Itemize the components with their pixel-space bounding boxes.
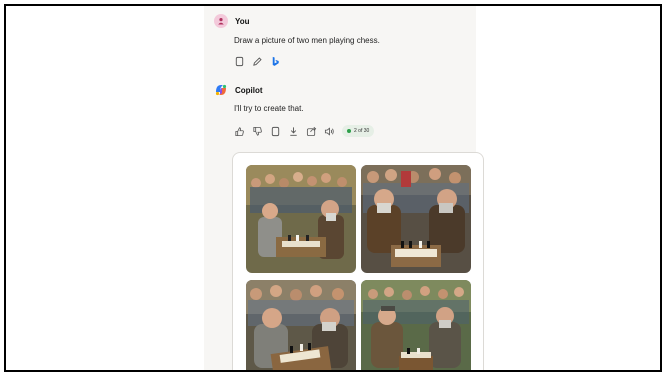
chat-panel: You Draw a picture of two men playing ch… (204, 6, 484, 370)
share-icon[interactable] (306, 126, 317, 137)
speaker-icon[interactable] (324, 126, 335, 137)
generated-image-2[interactable] (361, 165, 471, 273)
user-message-actions (234, 56, 281, 67)
chess-scene-image (246, 165, 356, 273)
generated-image-3[interactable] (246, 280, 356, 370)
thumbs-up-icon[interactable] (234, 126, 245, 137)
user-message-header: You (214, 14, 250, 28)
person-icon (218, 18, 224, 25)
chess-scene-image (361, 280, 471, 370)
assistant-message-header: Copilot (214, 83, 263, 97)
download-icon[interactable] (288, 126, 299, 137)
assistant-message-text: I'll try to create that. (234, 104, 304, 113)
user-message-text: Draw a picture of two men playing chess. (234, 36, 380, 45)
copy-icon[interactable] (234, 56, 245, 67)
status-dot (347, 129, 351, 133)
user-name: You (235, 16, 250, 26)
chess-scene-image (246, 280, 356, 370)
generated-image-1[interactable] (246, 165, 356, 273)
copilot-logo (215, 84, 227, 96)
image-result-card (232, 152, 484, 370)
bing-icon[interactable] (270, 56, 281, 67)
response-counter-badge: 2 of 30 (342, 125, 375, 137)
assistant-message-actions: 2 of 30 (234, 125, 375, 137)
thumbs-down-icon[interactable] (252, 126, 263, 137)
generated-image-4[interactable] (361, 280, 471, 370)
chess-scene-image (361, 165, 471, 273)
assistant-name: Copilot (235, 85, 263, 95)
screenshot-frame: You Draw a picture of two men playing ch… (4, 4, 662, 372)
edit-icon[interactable] (252, 56, 263, 67)
copy-icon[interactable] (270, 126, 281, 137)
response-counter-text: 2 of 30 (354, 128, 370, 134)
user-avatar (214, 14, 228, 28)
